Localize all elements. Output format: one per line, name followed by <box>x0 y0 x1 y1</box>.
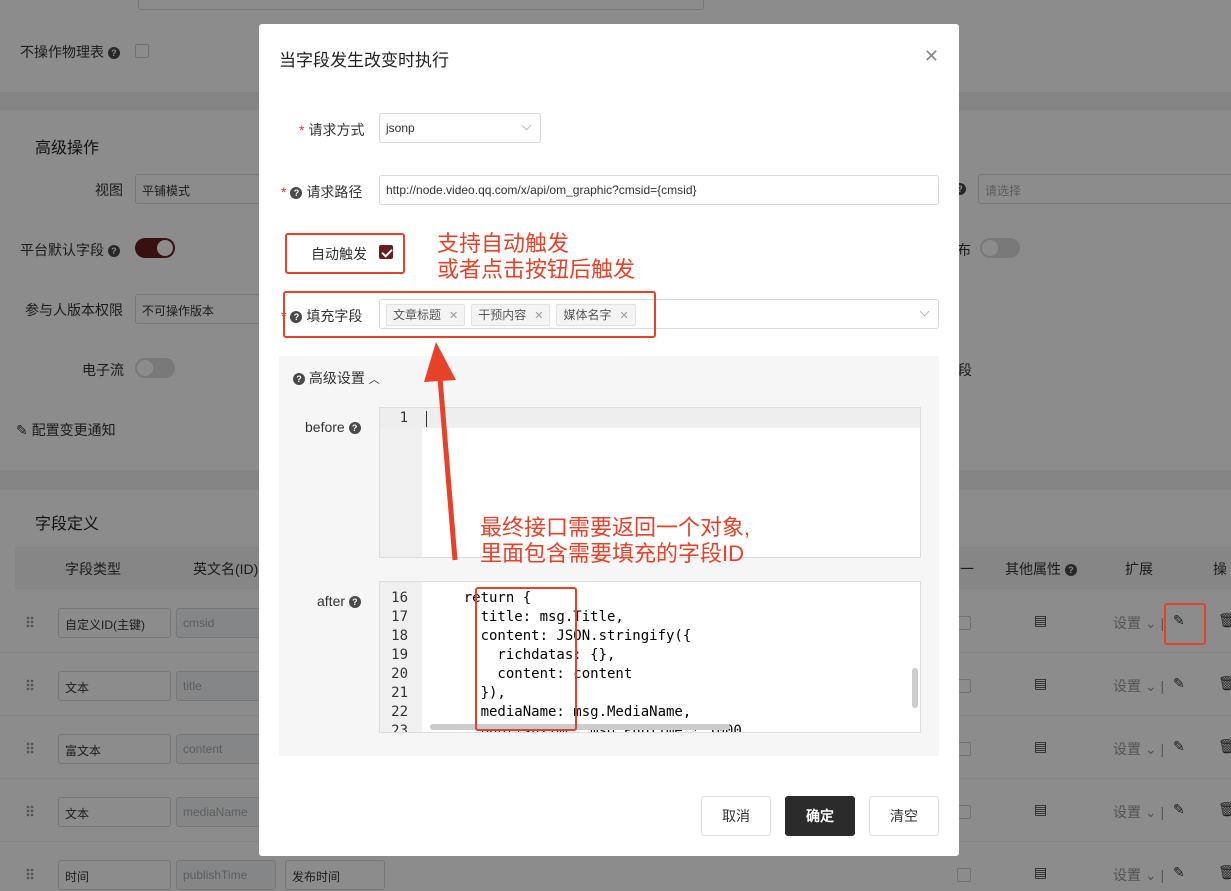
return-object-highlight <box>475 587 577 731</box>
chevron-down-icon <box>919 306 930 317</box>
chevron-up-icon: ︿ <box>368 374 380 386</box>
line-number: 20 <box>391 666 408 682</box>
before-label: before ? <box>305 419 361 435</box>
cancel-button[interactable]: 取消 <box>701 796 771 836</box>
help-icon: ? <box>348 422 361 434</box>
line-number: 21 <box>391 685 408 701</box>
line-number: 17 <box>391 609 408 625</box>
help-icon: ? <box>348 596 361 608</box>
clear-button[interactable]: 清空 <box>869 796 939 836</box>
request-path-input[interactable]: http://node.video.qq.com/x/api/om_graphi… <box>379 175 939 205</box>
vertical-scrollbar[interactable] <box>912 668 918 708</box>
change-handler-modal: 当字段发生改变时执行 ✕ * 请求方式 jsonp *? 请求路径 http://… <box>259 24 959 856</box>
fill-fields-highlight <box>283 291 656 338</box>
line-number: 16 <box>391 590 408 606</box>
auto-trigger-note: 支持自动触发 或者点击按钮后触发 <box>437 231 636 282</box>
request-path-label: *? 请求路径 <box>281 184 363 200</box>
modal-title: 当字段发生改变时执行 <box>279 51 449 70</box>
auto-trigger-highlight <box>285 233 405 274</box>
close-icon[interactable]: ✕ <box>924 46 939 67</box>
line-number: 23 <box>391 723 408 733</box>
help-icon: ? <box>293 373 305 385</box>
chevron-down-icon <box>521 120 532 131</box>
after-label: after ? <box>317 593 361 609</box>
request-method-label: * 请求方式 <box>299 122 365 138</box>
line-number: 19 <box>391 647 408 663</box>
after-editor[interactable]: 16 return {17 title: msg.Title, 18 conten… <box>379 581 921 733</box>
return-note: 最终接口需要返回一个对象, 里面包含需要填充的字段ID <box>480 515 751 566</box>
help-icon: ? <box>290 187 303 199</box>
advanced-toggle[interactable]: ? 高级设置 ︿ <box>293 368 380 388</box>
text-cursor <box>426 411 427 427</box>
link-icon-highlight <box>1164 603 1206 645</box>
before-gutter <box>380 408 422 557</box>
line-number: 18 <box>391 628 408 644</box>
request-method-select[interactable]: jsonp <box>379 113 541 143</box>
confirm-button[interactable]: 确定 <box>785 796 855 836</box>
line-number: 1 <box>399 410 408 426</box>
active-line <box>380 408 920 428</box>
line-number: 22 <box>391 704 408 720</box>
